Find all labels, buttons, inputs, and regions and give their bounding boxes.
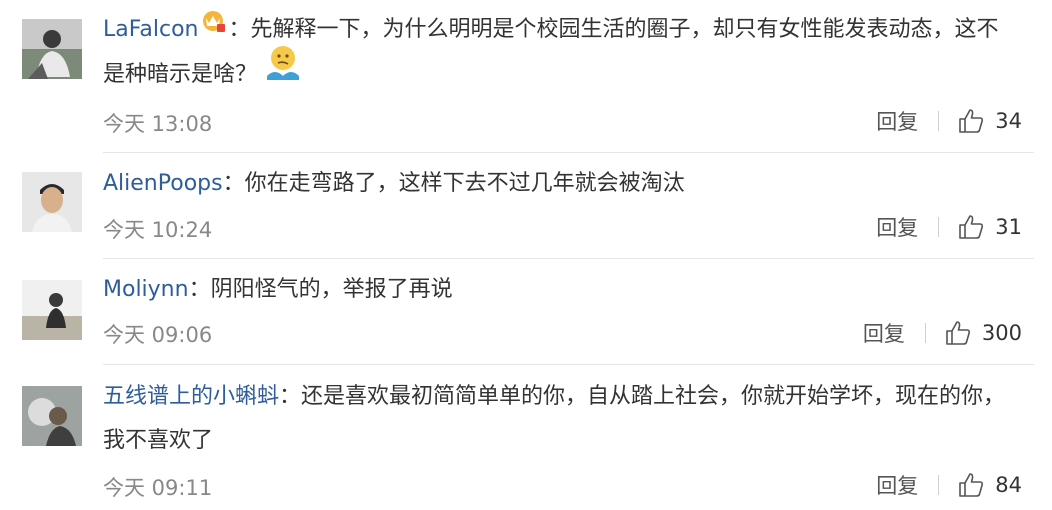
thinking-shrug-emoji-icon bbox=[263, 42, 303, 98]
avatar-image bbox=[22, 386, 82, 446]
divider bbox=[938, 217, 940, 237]
avatar[interactable] bbox=[22, 19, 82, 79]
comment-actions: 回复 31 bbox=[876, 211, 1022, 243]
timestamp: 今天 10:24 bbox=[103, 218, 213, 242]
like-count: 84 bbox=[995, 473, 1022, 497]
like-count: 34 bbox=[995, 109, 1022, 133]
crown-vip-badge-icon bbox=[200, 5, 226, 49]
comment-text: ：阴阳怪气的，举报了再说 bbox=[188, 277, 453, 302]
comment-item: Moliynn：阴阳怪气的，举报了再说 今天 09:06 回复 300 bbox=[0, 259, 1052, 364]
thumbs-up-outline-icon[interactable] bbox=[944, 319, 972, 347]
avatar-image bbox=[22, 172, 82, 232]
comment-item: 五线谱上的小蝌蚪：还是喜欢最初简简单单的你，自从踏上社会，你就开始学坏，现在的你… bbox=[0, 365, 1052, 510]
comment-body: 五线谱上的小蝌蚪：还是喜欢最初简简单单的你，自从踏上社会，你就开始学坏，现在的你… bbox=[103, 375, 1012, 463]
avatar[interactable] bbox=[22, 280, 82, 340]
timestamp: 今天 09:06 bbox=[103, 323, 213, 347]
like-count: 300 bbox=[981, 321, 1022, 345]
reply-button[interactable]: 回复 bbox=[876, 212, 918, 242]
username-link[interactable]: AlienPoops bbox=[103, 171, 223, 196]
username-link[interactable]: LaFalcon bbox=[103, 17, 198, 42]
comment-item: AlienPoops：你在走弯路了，这样下去不过几年就会被淘汰 今天 10:24… bbox=[0, 153, 1052, 258]
timestamp: 今天 09:11 bbox=[103, 476, 213, 500]
reply-button[interactable]: 回复 bbox=[876, 106, 918, 136]
comment-body: AlienPoops：你在走弯路了，这样下去不过几年就会被淘汰 bbox=[103, 162, 1012, 206]
like-count: 31 bbox=[995, 215, 1022, 239]
comment-actions: 回复 300 bbox=[863, 317, 1022, 349]
avatar-image bbox=[22, 19, 82, 79]
divider bbox=[924, 323, 926, 343]
comment-text: ：你在走弯路了，这样下去不过几年就会被淘汰 bbox=[222, 171, 685, 196]
reply-button[interactable]: 回复 bbox=[863, 318, 905, 348]
username-link[interactable]: 五线谱上的小蝌蚪 bbox=[103, 384, 279, 409]
comment-actions: 回复 34 bbox=[876, 105, 1022, 137]
divider bbox=[938, 111, 940, 131]
comment-item: LaFalcon ：先解释一下，为什么明明是个校园生活的圈子，却只有女性能发表动态… bbox=[0, 0, 1052, 152]
thumbs-up-outline-icon[interactable] bbox=[957, 107, 985, 135]
username-link[interactable]: Moliynn bbox=[103, 277, 189, 302]
comment-text: ：先解释一下，为什么明明是个校园生活的圈子，却只有女性能发表动态，这不是种暗示是… bbox=[103, 17, 999, 87]
avatar[interactable] bbox=[22, 386, 82, 446]
divider bbox=[938, 475, 940, 495]
thumbs-up-outline-icon[interactable] bbox=[957, 213, 985, 241]
avatar[interactable] bbox=[22, 172, 82, 232]
reply-button[interactable]: 回复 bbox=[876, 470, 918, 500]
comment-body: Moliynn：阴阳怪气的，举报了再说 bbox=[103, 268, 1012, 312]
timestamp: 今天 13:08 bbox=[103, 112, 213, 136]
comment-actions: 回复 84 bbox=[876, 469, 1022, 501]
thumbs-up-outline-icon[interactable] bbox=[957, 471, 985, 499]
avatar-image bbox=[22, 280, 82, 340]
comment-body: LaFalcon ：先解释一下，为什么明明是个校园生活的圈子，却只有女性能发表动态… bbox=[103, 8, 1012, 98]
